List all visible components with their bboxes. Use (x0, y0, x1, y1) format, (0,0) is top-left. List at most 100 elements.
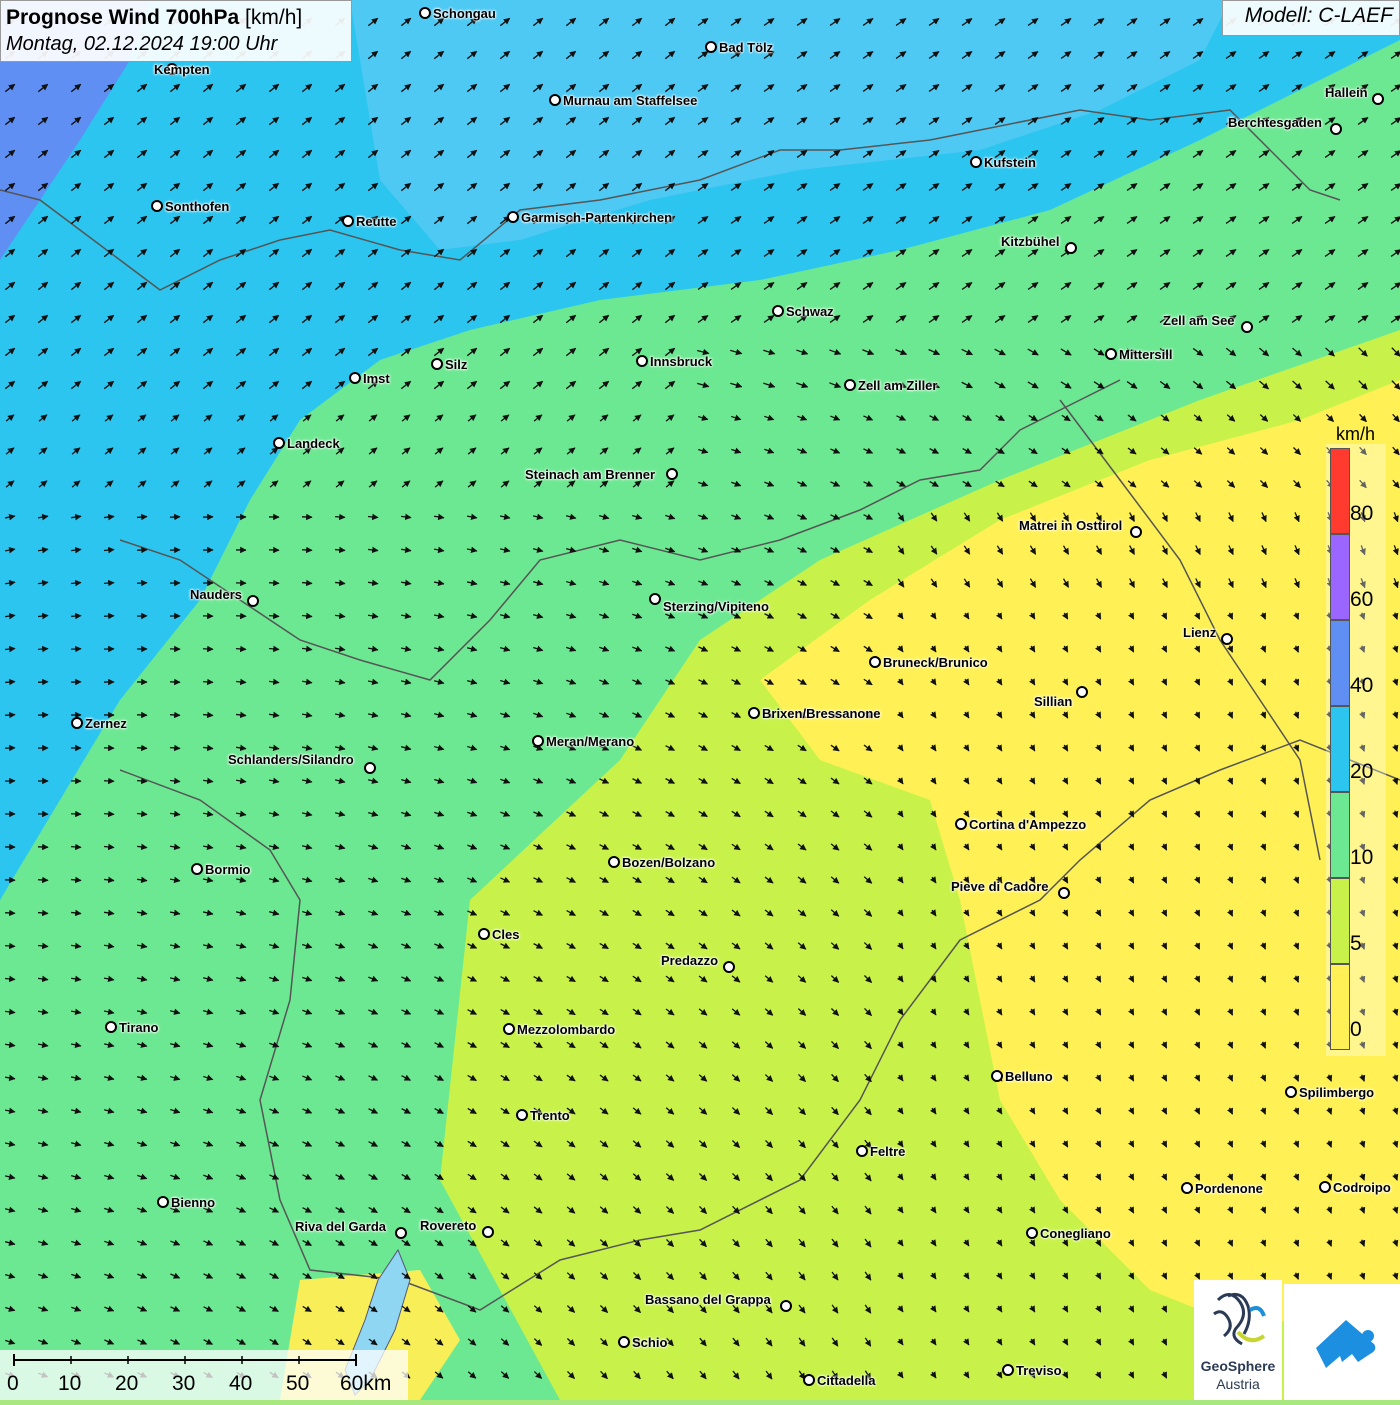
city-marker (803, 1374, 815, 1386)
wind-arrow (5, 946, 15, 947)
scale-label-40: 40 (229, 1372, 252, 1396)
city-marker (482, 1226, 494, 1238)
wind-arrow (269, 616, 279, 617)
wind-arrow (71, 616, 81, 617)
wind-arrow (236, 616, 246, 617)
title-unit: [km/h] (245, 6, 302, 29)
title-box: Prognose Wind 700hPa [km/h] Montag, 02.1… (0, 0, 352, 62)
city-label: Schongau (433, 6, 496, 21)
wind-arrow (104, 550, 114, 551)
city-marker (1065, 242, 1077, 254)
city-marker (549, 94, 561, 106)
city-marker (1130, 526, 1142, 538)
wind-arrow (5, 682, 15, 683)
city-label: Treviso (1016, 1363, 1062, 1378)
legend-label: 5 (1350, 932, 1362, 956)
city-label: Lienz (1183, 625, 1216, 640)
app-logo[interactable] (1284, 1284, 1400, 1400)
city-label: Steinach am Brenner (525, 467, 655, 482)
city-label: Belluno (1005, 1069, 1053, 1084)
city-label: Matrei in Osttirol (1019, 518, 1122, 533)
scale-label-60km: 60km (340, 1372, 391, 1396)
city-label: Innsbruck (650, 354, 712, 369)
scale-label-50: 50 (286, 1372, 309, 1396)
legend-label: 10 (1350, 846, 1373, 870)
legend-color-bin (1330, 792, 1350, 878)
legend-color-bin (1330, 534, 1350, 620)
city-label: Conegliano (1040, 1226, 1111, 1241)
city-marker (151, 200, 163, 212)
wind-arrow (38, 682, 48, 683)
legend-label: 40 (1350, 674, 1373, 698)
city-marker (507, 211, 519, 223)
legend-color-bin (1330, 964, 1350, 1050)
city-label: Zernez (85, 716, 127, 731)
wind-arrow (71, 649, 81, 650)
city-marker (780, 1300, 792, 1312)
city-label: Codroipo (1333, 1180, 1391, 1195)
city-marker (618, 1336, 630, 1348)
city-label: Trento (530, 1108, 570, 1123)
city-label: Tirano (119, 1020, 159, 1035)
city-marker (1285, 1086, 1297, 1098)
city-label: Brixen/Bressanone (762, 706, 881, 721)
city-label: Cles (492, 927, 519, 942)
city-label: Bad Tölz (719, 40, 773, 55)
city-label: Schwaz (786, 304, 834, 319)
city-label: Predazzo (661, 953, 718, 968)
legend-color-bin (1330, 706, 1350, 792)
city-label: Bormio (205, 862, 251, 877)
city-label: Murnau am Staffelsee (563, 93, 697, 108)
legend-label: 0 (1350, 1018, 1362, 1042)
city-marker (1026, 1227, 1038, 1239)
city-marker (1372, 93, 1384, 105)
city-label: Schio (632, 1335, 667, 1350)
city-marker (191, 863, 203, 875)
city-marker (1105, 348, 1117, 360)
city-label: Sillian (1034, 694, 1072, 709)
city-marker (1241, 321, 1253, 333)
wind-arrow (71, 847, 81, 848)
legend-label: 60 (1350, 588, 1373, 612)
forecast-datetime: Montag, 02.12.2024 19:00 Uhr (6, 31, 346, 58)
city-label: Silz (445, 357, 467, 372)
wind-arrow (203, 715, 213, 716)
city-label: Bienno (171, 1195, 215, 1210)
city-marker (723, 961, 735, 973)
legend-color-bin (1330, 878, 1350, 964)
wind-arrow (137, 550, 147, 551)
city-label: Cittadella (817, 1373, 876, 1388)
wind-arrow (137, 781, 147, 782)
wind-arrow (38, 880, 48, 881)
geosphere-swirl-icon (1194, 1280, 1282, 1358)
city-marker (532, 735, 544, 747)
city-marker (608, 856, 620, 868)
city-label: Rovereto (420, 1218, 476, 1233)
city-marker (1076, 686, 1088, 698)
wind-arrow (269, 583, 279, 584)
city-marker (71, 717, 83, 729)
city-marker (105, 1021, 117, 1033)
legend-label: 20 (1350, 760, 1373, 784)
wind-arrow (236, 649, 246, 650)
city-label: Nauders (190, 587, 242, 602)
city-marker (1002, 1364, 1014, 1376)
wind-arrow (203, 682, 213, 683)
city-marker (636, 355, 648, 367)
wind-arrow (170, 517, 180, 518)
city-label: Pordenone (1195, 1181, 1263, 1196)
wind-arrow (5, 913, 15, 914)
legend-color-bin (1330, 448, 1350, 534)
city-marker (395, 1227, 407, 1239)
city-marker (1181, 1182, 1193, 1194)
geosphere-logo[interactable]: GeoSphere Austria (1194, 1280, 1282, 1400)
wind-arrow (335, 550, 345, 551)
city-marker (516, 1109, 528, 1121)
city-marker (478, 928, 490, 940)
city-label: Bruneck/Brunico (883, 655, 988, 670)
scale-label-30: 30 (172, 1372, 195, 1396)
city-label: Riva del Garda (295, 1219, 386, 1234)
city-marker (772, 305, 784, 317)
wind-arrow (104, 616, 114, 617)
city-label: Pieve di Cadore (951, 879, 1049, 894)
